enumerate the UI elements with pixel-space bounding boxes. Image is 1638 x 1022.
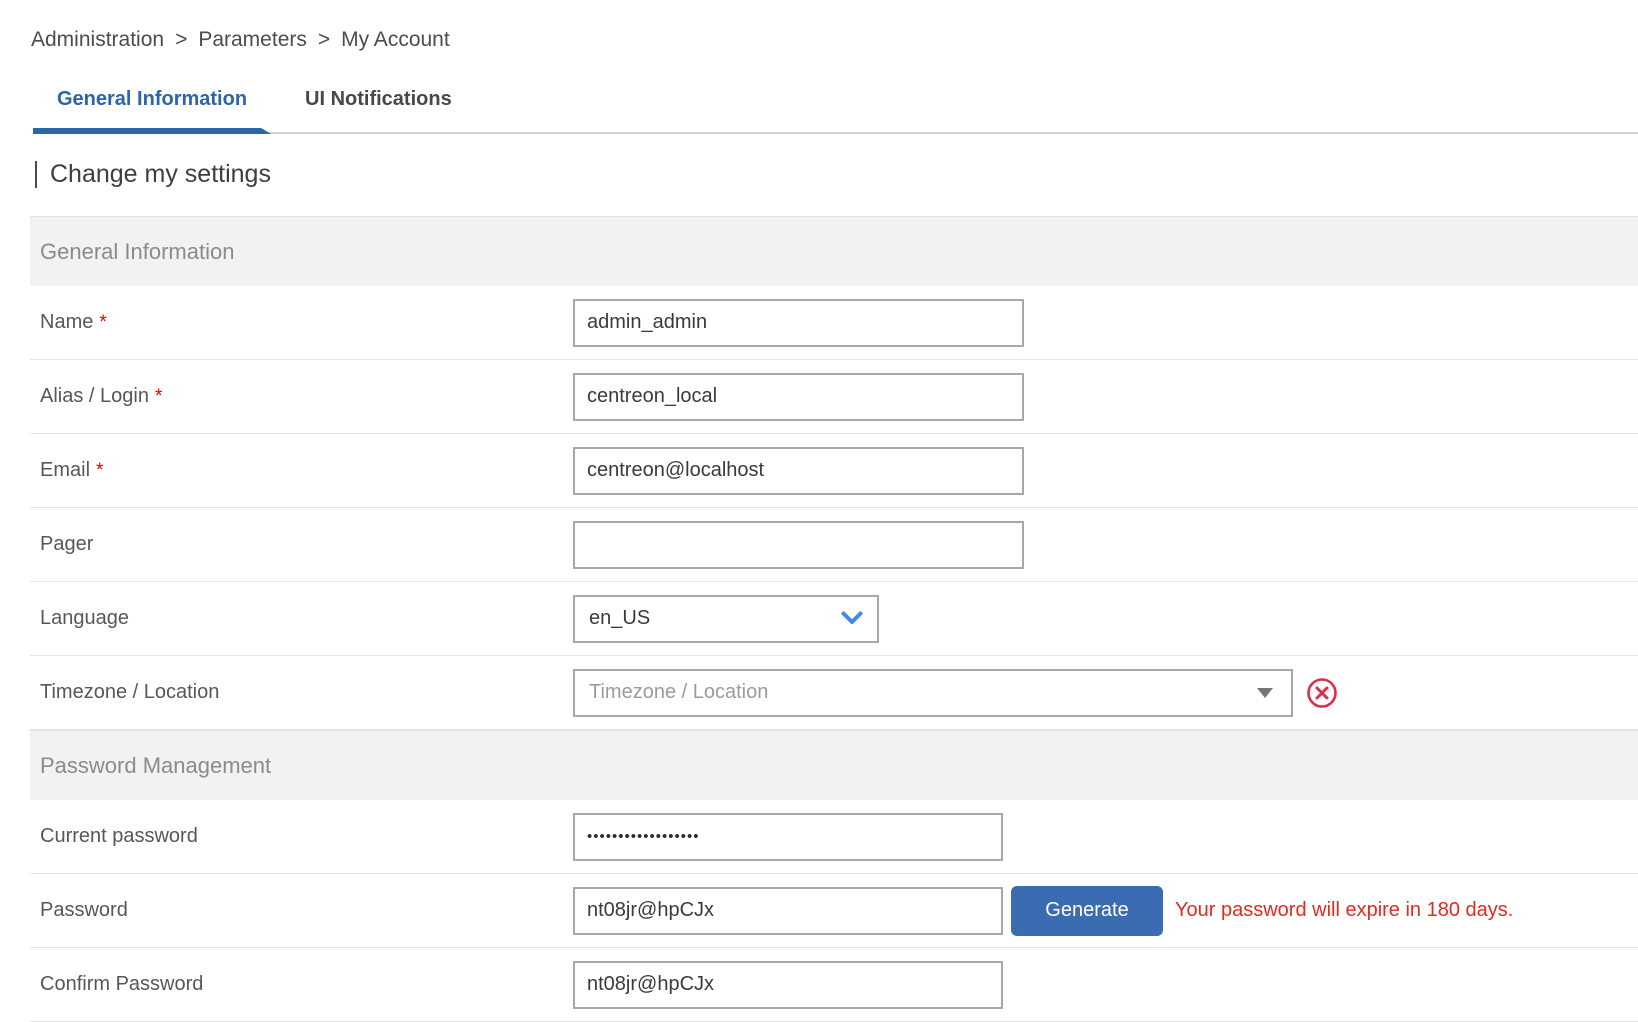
language-select[interactable]: en_US bbox=[573, 595, 879, 643]
current-password-input[interactable] bbox=[573, 813, 1003, 861]
section-header-label: Password Management bbox=[40, 753, 271, 779]
timezone-placeholder: Timezone / Location bbox=[589, 681, 1257, 704]
tab-general-information[interactable]: General Information bbox=[33, 88, 271, 132]
dropdown-arrow-icon bbox=[1257, 688, 1273, 698]
timezone-combobox[interactable]: Timezone / Location bbox=[573, 669, 1293, 717]
language-selected-value: en_US bbox=[589, 607, 650, 630]
breadcrumb-separator: > bbox=[175, 28, 187, 52]
form-row-current-password: Current password bbox=[30, 800, 1638, 874]
required-asterisk: * bbox=[155, 386, 162, 407]
pager-input[interactable] bbox=[573, 521, 1024, 569]
form-row-pager: Pager bbox=[30, 508, 1638, 582]
form-row-alias: Alias / Login* bbox=[30, 360, 1638, 434]
breadcrumb-administration[interactable]: Administration bbox=[31, 28, 164, 52]
section-header-label: General Information bbox=[40, 239, 234, 265]
language-label: Language bbox=[40, 607, 573, 630]
required-asterisk: * bbox=[96, 460, 103, 481]
main-content: Administration > Parameters > My Account… bbox=[30, 0, 1638, 1022]
confirm-password-input[interactable] bbox=[573, 961, 1003, 1009]
title-divider-bar bbox=[35, 161, 37, 188]
name-input[interactable] bbox=[573, 299, 1024, 347]
tab-ui-notifications[interactable]: UI Notifications bbox=[305, 88, 452, 132]
clear-timezone-icon[interactable] bbox=[1305, 676, 1339, 710]
required-asterisk: * bbox=[99, 312, 106, 333]
chevron-down-icon bbox=[841, 611, 863, 626]
form-row-email: Email* bbox=[30, 434, 1638, 508]
current-password-label: Current password bbox=[40, 825, 573, 848]
alias-login-input[interactable] bbox=[573, 373, 1024, 421]
password-expiry-message: Your password will expire in 180 days. bbox=[1175, 899, 1513, 922]
page-title-text: Change my settings bbox=[50, 160, 271, 189]
form-row-language: Language en_US bbox=[30, 582, 1638, 656]
email-input[interactable] bbox=[573, 447, 1024, 495]
pager-label: Pager bbox=[40, 533, 573, 556]
timezone-label: Timezone / Location bbox=[40, 681, 573, 704]
name-label: Name* bbox=[40, 311, 573, 334]
section-header-general-information: General Information bbox=[30, 216, 1638, 286]
password-label: Password bbox=[40, 899, 573, 922]
breadcrumb-separator: > bbox=[318, 28, 330, 52]
generate-password-button[interactable]: Generate bbox=[1011, 886, 1163, 936]
form-row-confirm-password: Confirm Password bbox=[30, 948, 1638, 1022]
confirm-password-label: Confirm Password bbox=[40, 973, 573, 996]
password-input[interactable] bbox=[573, 887, 1003, 935]
page-title: Change my settings bbox=[30, 160, 1638, 189]
breadcrumb-my-account: My Account bbox=[341, 28, 450, 52]
section-header-password-management: Password Management bbox=[30, 730, 1638, 800]
tab-bar: General Information UI Notifications bbox=[33, 88, 1638, 134]
form-row-timezone: Timezone / Location Timezone / Location bbox=[30, 656, 1638, 730]
breadcrumb-parameters[interactable]: Parameters bbox=[198, 28, 307, 52]
alias-label: Alias / Login* bbox=[40, 385, 573, 408]
form-row-name: Name* bbox=[30, 286, 1638, 360]
breadcrumb: Administration > Parameters > My Account bbox=[30, 0, 1638, 52]
form-row-password: Password Generate Your password will exp… bbox=[30, 874, 1638, 948]
email-label: Email* bbox=[40, 459, 573, 482]
